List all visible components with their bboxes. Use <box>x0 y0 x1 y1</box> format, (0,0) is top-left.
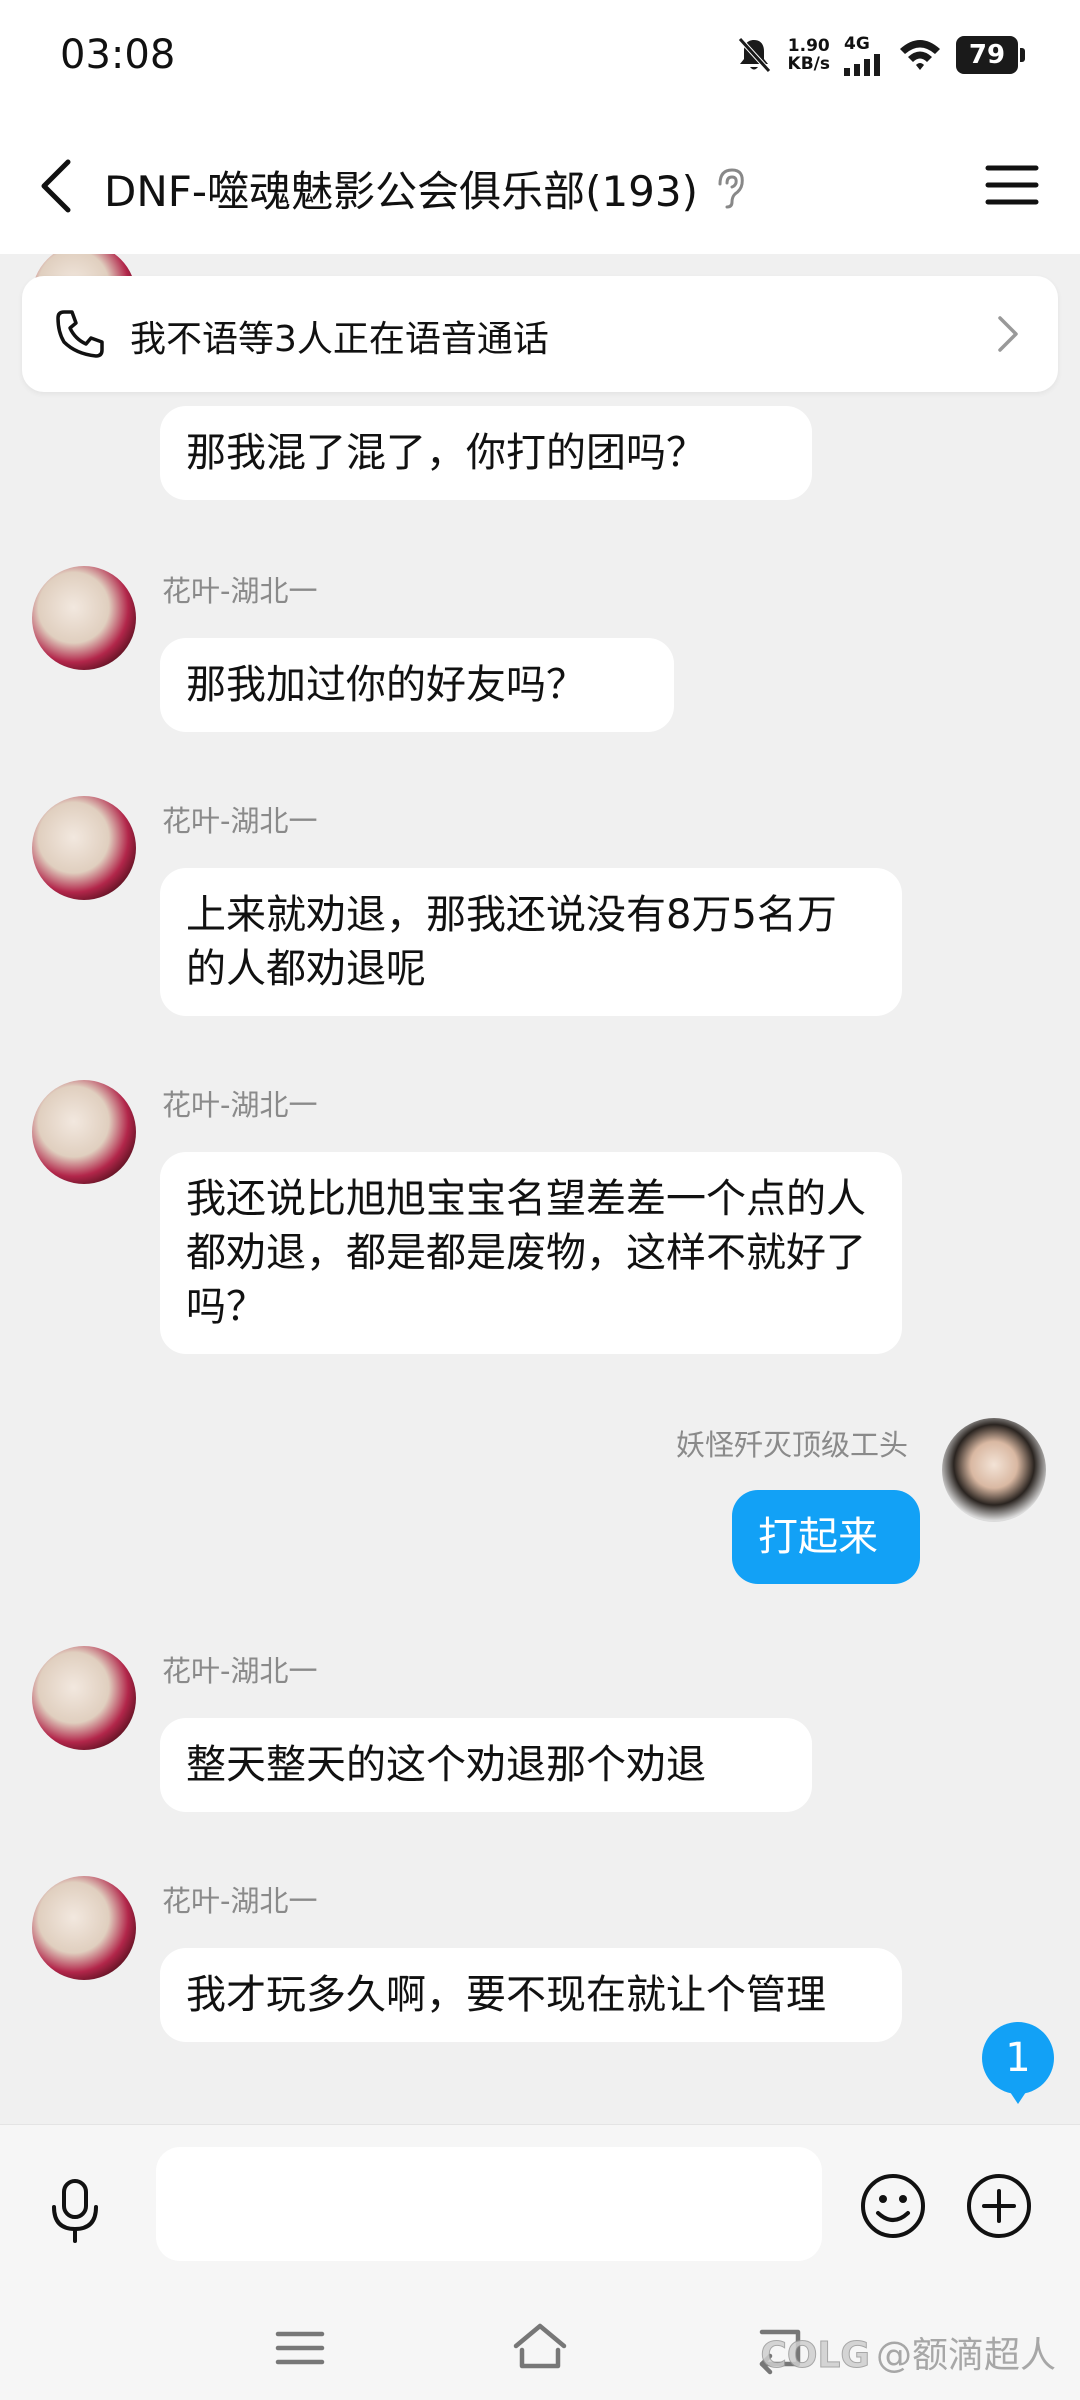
unread-count-badge[interactable]: 1 <box>982 2022 1054 2104</box>
input-bar <box>0 2124 1080 2296</box>
status-icons: 1.90 KB/s 4G 79 <box>734 34 1025 76</box>
net-speed: 1.90 KB/s <box>788 37 830 73</box>
avatar[interactable] <box>32 1080 136 1184</box>
message-bubble[interactable]: 我还说比旭旭宝宝名望差差一个点的人都劝退，都是都是废物，这样不就好了吗？ <box>160 1152 902 1354</box>
sender-name: 花叶-湖北一 <box>162 1884 318 1918</box>
message-bubble[interactable]: 上来就劝退，那我还说没有8万5名万的人都劝退呢 <box>160 868 902 1016</box>
emoji-icon[interactable] <box>858 2171 928 2241</box>
phone-icon <box>56 310 104 358</box>
watermark-logo: COLG <box>760 2335 871 2377</box>
signal-icon <box>844 54 880 76</box>
chevron-right-icon <box>998 316 1018 352</box>
net-speed-value: 1.90 <box>787 36 830 56</box>
chat-header: DNF-噬魂魅影公会俱乐部(193) <box>0 118 1080 254</box>
message-bubble[interactable]: 整天整天的这个劝退那个劝退 <box>160 1718 812 1812</box>
message-input[interactable] <box>156 2147 822 2261</box>
back-icon[interactable] <box>30 154 86 218</box>
net-type: 4G <box>844 34 870 54</box>
sender-name: 妖怪歼灭顶级工头 <box>675 1428 908 1462</box>
watermark: COLG @额滴超人 <box>760 2326 1056 2378</box>
battery-icon: 79 <box>956 36 1025 74</box>
menu-icon[interactable] <box>984 160 1040 210</box>
wifi-icon <box>900 40 940 70</box>
bell-muted-icon <box>737 37 771 73</box>
net-speed-unit: KB/s <box>787 54 830 74</box>
avatar[interactable] <box>32 1646 136 1750</box>
mic-icon[interactable] <box>40 2175 110 2245</box>
voice-call-text: 我不语等3人正在语音通话 <box>130 319 549 360</box>
battery-level: 79 <box>968 40 1006 70</box>
ear-icon[interactable] <box>710 166 750 210</box>
watermark-text: @额滴超人 <box>875 2335 1056 2376</box>
avatar[interactable] <box>32 566 136 670</box>
avatar[interactable] <box>32 1876 136 1980</box>
recent-apps-icon[interactable] <box>272 2320 328 2376</box>
message-bubble[interactable]: 那我混了混了，你打的团吗？ <box>160 406 812 500</box>
sender-name: 花叶-湖北一 <box>162 1654 318 1688</box>
sender-name: 花叶-湖北一 <box>162 574 318 608</box>
sender-name: 花叶-湖北一 <box>162 1088 318 1122</box>
message-list[interactable]: 那我混了混了，你打的团吗？ 花叶-湖北一 那我加过你的好友吗？ 花叶-湖北一 上… <box>0 254 1080 2124</box>
plus-icon[interactable] <box>964 2171 1034 2241</box>
status-time: 03:08 <box>60 32 176 78</box>
status-bar: 03:08 1.90 KB/s 4G 79 <box>0 0 1080 118</box>
home-icon[interactable] <box>512 2320 568 2376</box>
message-bubble[interactable]: 我才玩多久啊，要不现在就让个管理 <box>160 1948 902 2042</box>
voice-call-banner[interactable]: 我不语等3人正在语音通话 <box>22 276 1058 392</box>
system-nav-bar: COLG @额滴超人 <box>0 2296 1080 2400</box>
message-bubble[interactable]: 那我加过你的好友吗？ <box>160 638 674 732</box>
sender-name: 花叶-湖北一 <box>162 804 318 838</box>
cell-signal: 4G <box>844 34 884 76</box>
avatar[interactable] <box>32 796 136 900</box>
message-bubble-mine[interactable]: 打起来 <box>732 1490 920 1584</box>
avatar-self[interactable] <box>942 1418 1046 1522</box>
chat-title[interactable]: DNF-噬魂魅影公会俱乐部(193) <box>104 158 698 219</box>
